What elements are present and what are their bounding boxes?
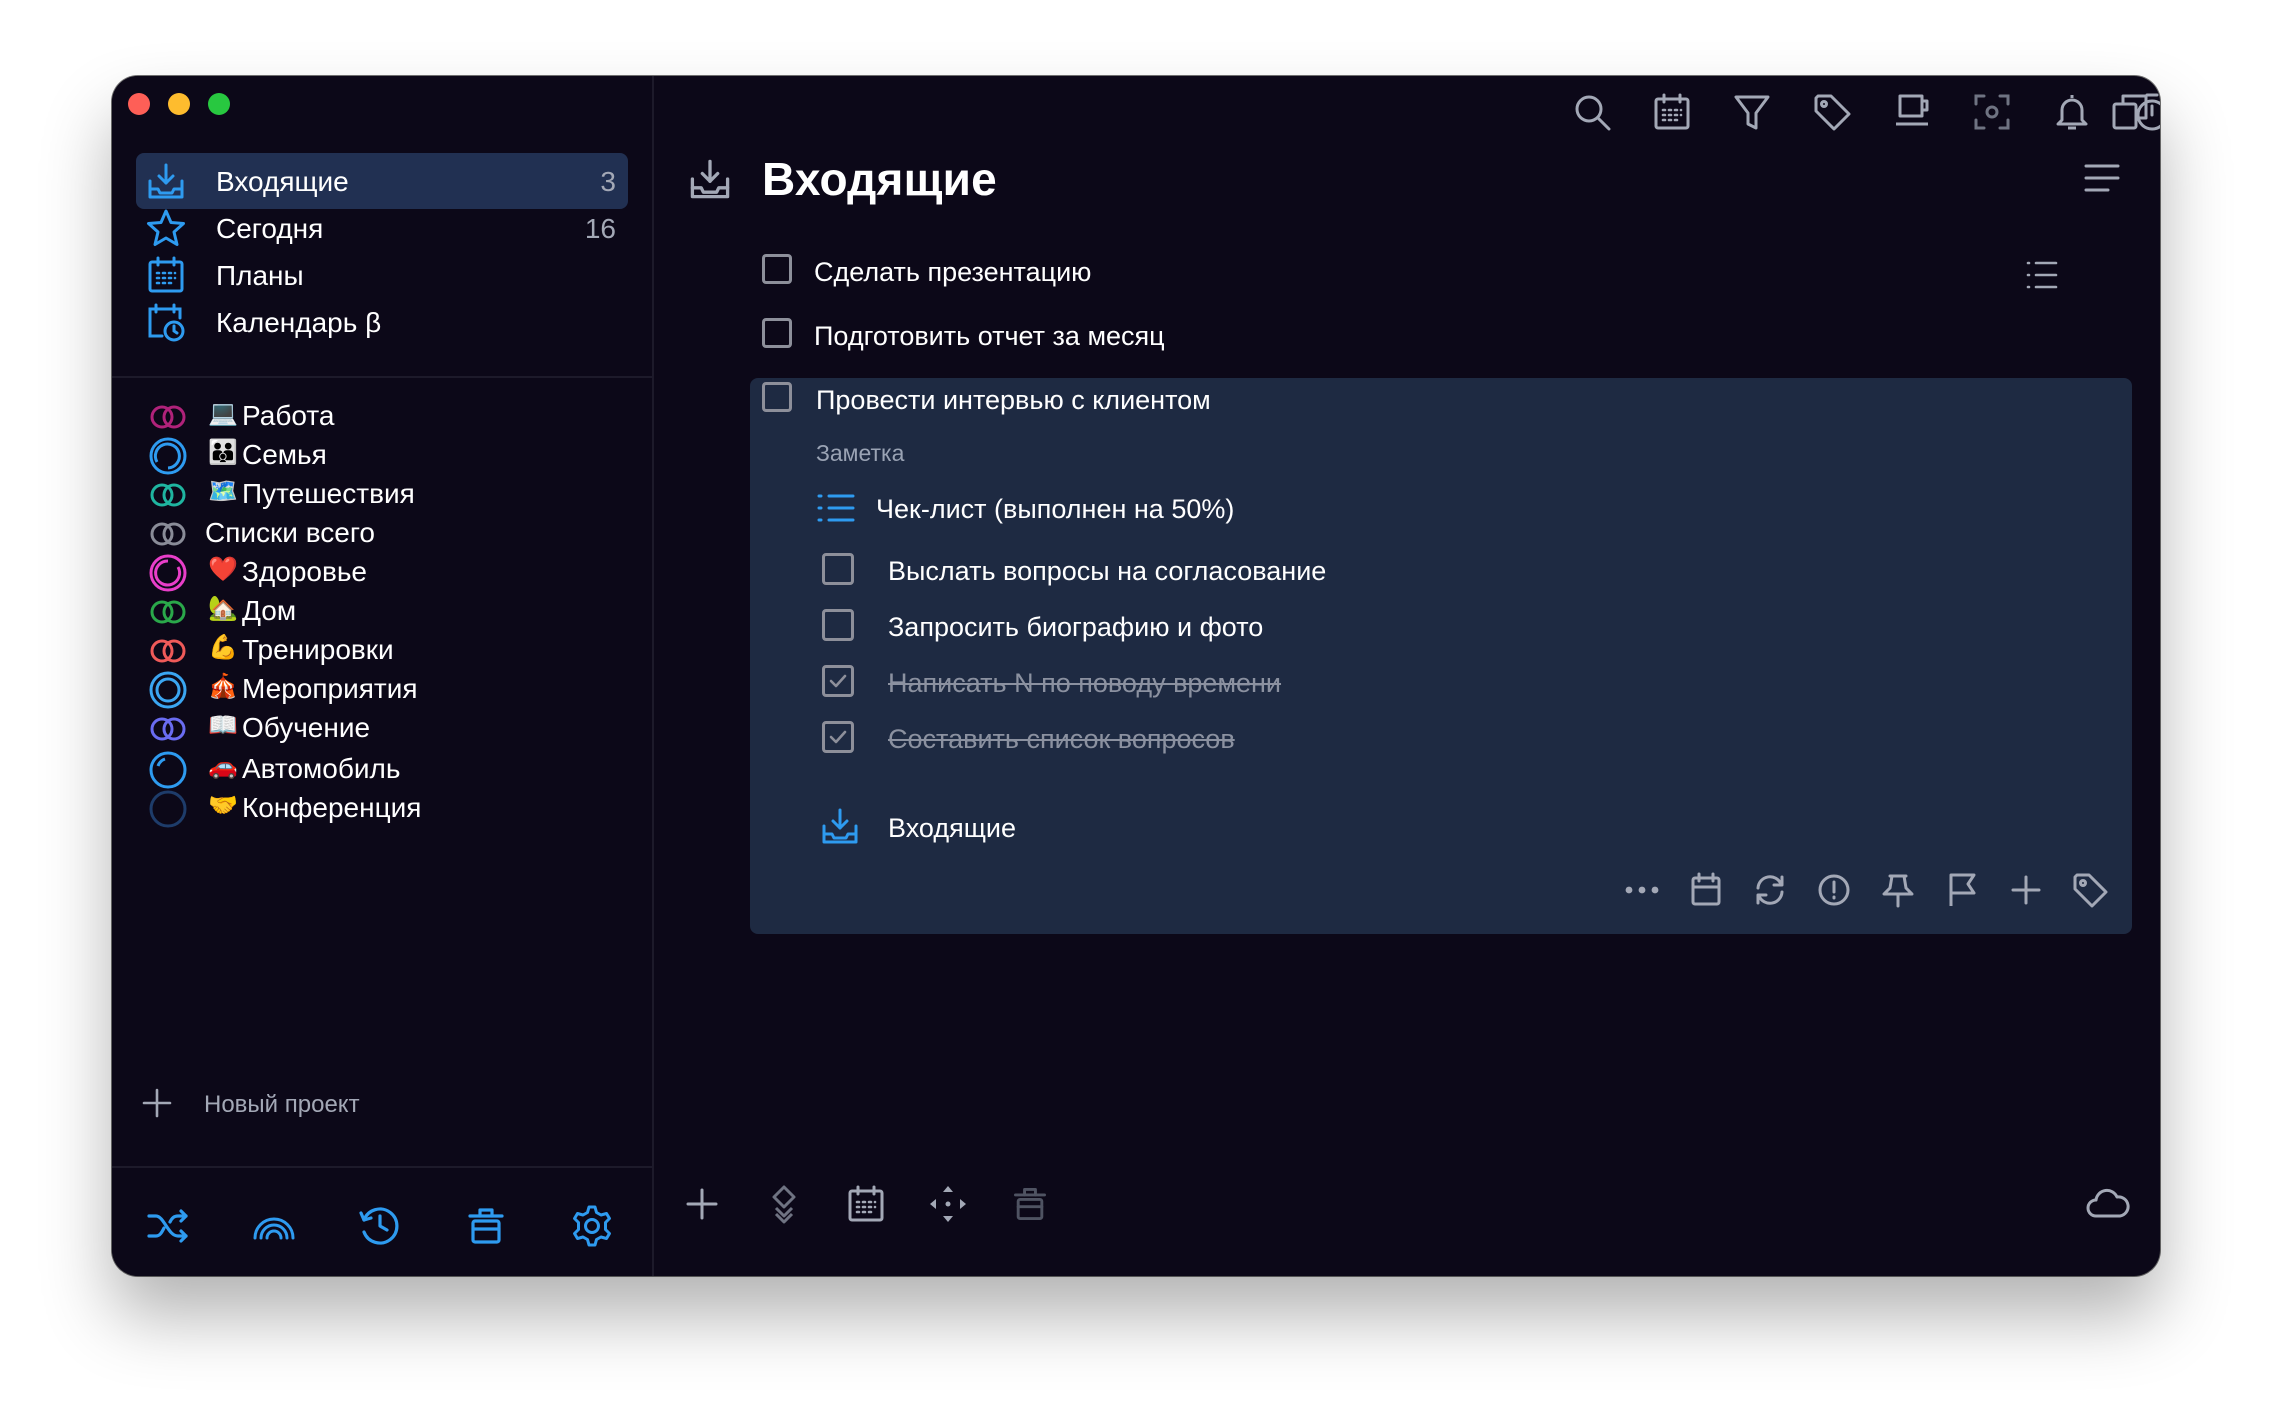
project-emoji-icon: 🎪 [208, 673, 238, 700]
cloud-icon[interactable] [2086, 1184, 2130, 1224]
checklist-icon [816, 488, 856, 528]
rainbow-icon[interactable] [252, 1204, 296, 1248]
project-label: Обучение [242, 712, 371, 743]
sidebar-item-label: Календарь β [216, 307, 382, 338]
sidebar-bottom-toolbar [112, 1166, 652, 1276]
sidebar-item-label: Входящие [216, 166, 349, 197]
project-emoji-icon: 🏡 [208, 595, 238, 622]
filter-icon[interactable] [1732, 92, 1772, 132]
app-window: Входящие 3 Сегодня 16 Планы Календарь β … [112, 76, 2160, 1276]
calendar-icon[interactable] [1652, 92, 1692, 132]
add-subtask-icon[interactable] [2006, 870, 2046, 910]
coffee-icon[interactable] [1892, 92, 1932, 132]
task-row[interactable]: Подготовить отчет за месяц [762, 313, 2062, 357]
checklist-item[interactable]: Составить список вопросов [822, 716, 1722, 760]
tag-icon[interactable] [2070, 870, 2110, 910]
task-checkbox[interactable] [762, 382, 792, 412]
task-label: Подготовить отчет за месяц [814, 321, 1165, 351]
checklist-indicator-icon [2024, 257, 2060, 293]
new-project-button[interactable]: Новый проект [136, 1084, 436, 1124]
checklist-checkbox-checked[interactable] [822, 665, 854, 697]
move-icon[interactable] [928, 1184, 968, 1224]
calendar-grid-icon [146, 255, 186, 295]
page-title: Входящие [762, 153, 997, 205]
search-icon[interactable] [1572, 92, 1612, 132]
trash-icon[interactable] [464, 1204, 508, 1248]
settings-icon[interactable] [570, 1204, 614, 1248]
inbox-icon [146, 161, 186, 201]
pin-icon[interactable] [1878, 870, 1918, 910]
checklist-item[interactable]: Запросить биографию и фото [822, 604, 1722, 648]
project-item-conference[interactable]: 🤝 Конференция [136, 780, 628, 830]
sidebar-item-count: 16 [584, 213, 616, 244]
trash-icon[interactable] [1010, 1184, 1050, 1224]
project-emoji-icon: 💻 [208, 400, 238, 427]
checklist-checkbox[interactable] [822, 553, 854, 585]
checklist-checkbox[interactable] [822, 609, 854, 641]
sidebar-item-label: Сегодня [216, 213, 324, 244]
project-label: Конференция [242, 792, 422, 823]
close-window-button[interactable] [128, 93, 150, 115]
task-checkbox[interactable] [762, 254, 792, 284]
sidebar-item-count: 3 [600, 166, 616, 197]
flag-icon[interactable] [1942, 870, 1982, 910]
expanded-task-card[interactable]: Провести интервью с клиентом Заметка Чек… [750, 378, 2132, 934]
task-title-input[interactable]: Провести интервью с клиентом [816, 385, 1211, 416]
calendar-icon[interactable] [846, 1184, 886, 1224]
project-emoji-icon: 🚗 [208, 753, 238, 780]
main-pane: Входящие Сделать презентацию Подготовить… [654, 76, 2160, 1276]
project-emoji-icon: 🗺️ [208, 478, 238, 505]
zoom-window-button[interactable] [208, 93, 230, 115]
inbox-icon [820, 806, 860, 846]
bell-icon[interactable] [2052, 92, 2092, 132]
inbox-icon [688, 157, 732, 201]
star-icon [146, 208, 186, 248]
add-icon[interactable] [682, 1184, 722, 1224]
sidebar-item-calendar[interactable]: Календарь β [136, 294, 628, 350]
project-emoji-icon: ❤️ [208, 556, 238, 583]
checklist-item-label: Выслать вопросы на согласование [888, 556, 1327, 586]
project-emoji-icon: 🤝 [208, 792, 238, 819]
calendar-icon[interactable] [1686, 870, 1726, 910]
reorder-icon[interactable] [764, 1184, 804, 1224]
project-emoji-icon: 💪 [208, 634, 238, 661]
task-project-link[interactable]: Входящие [820, 806, 1220, 850]
task-note-field[interactable]: Заметка [816, 440, 904, 467]
task-project-label: Входящие [888, 813, 1017, 843]
task-label: Сделать презентацию [814, 257, 1092, 287]
checklist-item-label: Написать N по поводу времени [888, 668, 1282, 698]
menu-icon[interactable] [2082, 158, 2122, 198]
checklist-item-label: Составить список вопросов [888, 724, 1235, 754]
task-row[interactable]: Сделать презентацию [762, 249, 2062, 293]
focus-icon[interactable] [1972, 92, 2012, 132]
project-emoji-icon: 👪 [208, 439, 238, 466]
minimize-window-button[interactable] [168, 93, 190, 115]
checklist-checkbox-checked[interactable] [822, 721, 854, 753]
priority-icon[interactable] [1814, 870, 1854, 910]
shuffle-icon[interactable] [146, 1204, 190, 1248]
task-row[interactable]: Провести интервью с клиентом [762, 377, 2062, 421]
checklist-item[interactable]: Написать N по поводу времени [822, 660, 1722, 704]
task-checkbox[interactable] [762, 318, 792, 348]
sidebar-divider [112, 376, 652, 378]
project-emoji-icon: 📖 [208, 712, 238, 739]
checklist-label: Чек-лист (выполнен на 50%) [876, 494, 1235, 524]
new-project-label: Новый проект [204, 1091, 360, 1118]
history-icon[interactable] [358, 1204, 402, 1248]
checklist-item[interactable]: Выслать вопросы на согласование [822, 548, 1722, 592]
checklist-header[interactable]: Чек-лист (выполнен на 50%) [816, 486, 1516, 530]
sidebar-item-label: Планы [216, 260, 304, 291]
tag-icon[interactable] [1812, 92, 1852, 132]
progress-ring-icon [148, 789, 188, 829]
calendar-clock-icon [146, 302, 186, 342]
repeat-icon[interactable] [1750, 870, 1790, 910]
checklist-item-label: Запросить биографию и фото [888, 612, 1264, 642]
sidebar: Входящие 3 Сегодня 16 Планы Календарь β … [112, 76, 654, 1276]
more-icon[interactable] [1622, 870, 1662, 910]
copy-icon[interactable] [2110, 92, 2150, 132]
plus-icon [142, 1088, 172, 1118]
